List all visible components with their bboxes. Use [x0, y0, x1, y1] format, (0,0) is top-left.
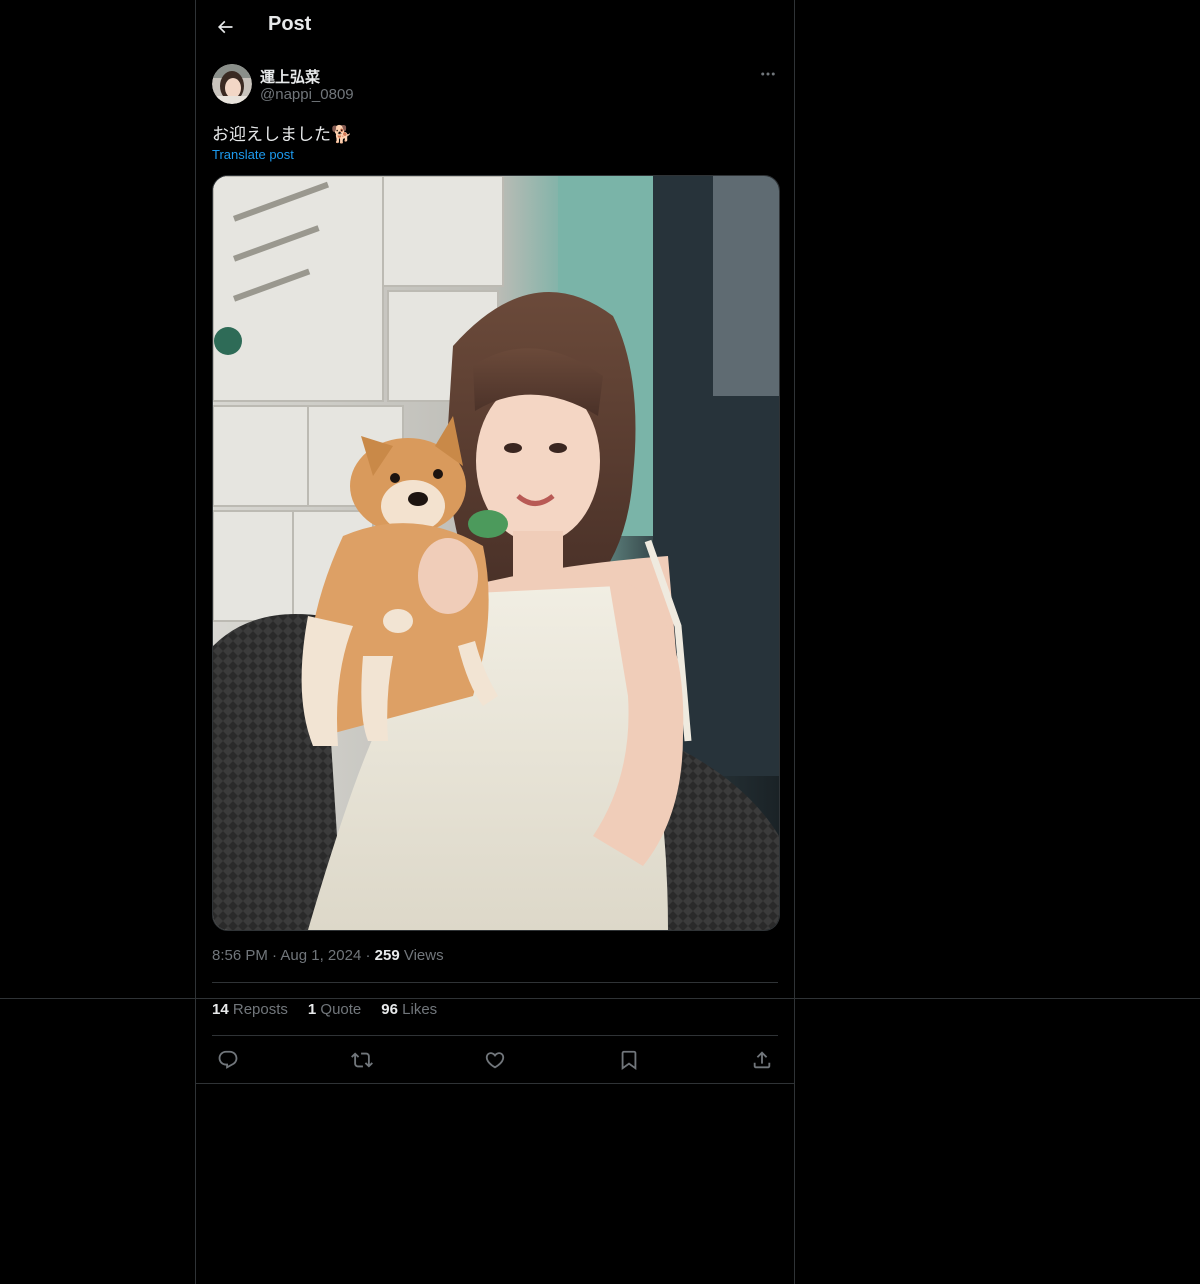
bookmark-icon	[621, 1050, 636, 1071]
author-block: 運上弘菜 @nappi_0809	[212, 64, 778, 108]
back-button[interactable]	[208, 10, 242, 44]
views-label: Views	[403, 947, 444, 964]
post-date[interactable]: Aug 1, 2024	[280, 947, 361, 964]
photo-image	[213, 176, 779, 930]
divider	[196, 1083, 794, 1084]
reposts-stat[interactable]: 14 Reposts	[212, 1001, 288, 1018]
translate-link[interactable]: Translate post	[212, 147, 294, 162]
arrow-left-icon	[217, 20, 233, 34]
reply-button[interactable]	[212, 1044, 244, 1076]
reposts-count: 14	[212, 1001, 229, 1018]
divider	[212, 982, 778, 983]
meta-separator: ·	[365, 947, 375, 964]
author-handle[interactable]: @nappi_0809	[260, 86, 354, 103]
post-column: Post 運上弘菜 @nappi_0809 お迎えしました🐕 Translate…	[195, 0, 795, 1284]
heart-icon	[485, 1052, 505, 1069]
like-button[interactable]	[479, 1044, 511, 1076]
post-stats: 14 Reposts 1 Quote 96 Likes	[212, 1001, 437, 1018]
post-photo[interactable]	[212, 175, 780, 931]
quotes-stat[interactable]: 1 Quote	[308, 1001, 361, 1018]
likes-label: Likes	[402, 1001, 438, 1018]
more-button[interactable]	[758, 64, 778, 84]
header: Post	[196, 0, 794, 53]
page: Post 運上弘菜 @nappi_0809 お迎えしました🐕 Translate…	[0, 0, 1200, 1284]
author-name[interactable]: 運上弘菜	[260, 66, 320, 87]
reposts-label: Reposts	[232, 1001, 288, 1018]
views-count: 259	[374, 947, 400, 964]
quotes-label: Quote	[320, 1001, 362, 1018]
post-time[interactable]: 8:56 PM	[212, 947, 268, 964]
post-meta: 8:56 PM · Aug 1, 2024 · 259 Views	[212, 947, 444, 964]
repost-button[interactable]	[346, 1044, 378, 1076]
likes-stat[interactable]: 96 Likes	[381, 1001, 437, 1018]
likes-count: 96	[381, 1001, 398, 1018]
share-button[interactable]	[746, 1044, 778, 1076]
share-icon	[753, 1051, 771, 1069]
page-title: Post	[268, 13, 312, 35]
reply-icon	[218, 1050, 238, 1069]
post-text: お迎えしました🐕	[212, 125, 353, 145]
action-bar	[212, 1044, 778, 1076]
quotes-count: 1	[307, 1001, 317, 1018]
avatar[interactable]	[212, 64, 252, 104]
ellipsis-icon	[761, 72, 775, 76]
divider	[212, 1035, 778, 1036]
repost-icon	[350, 1052, 373, 1068]
bookmark-button[interactable]	[613, 1044, 645, 1076]
